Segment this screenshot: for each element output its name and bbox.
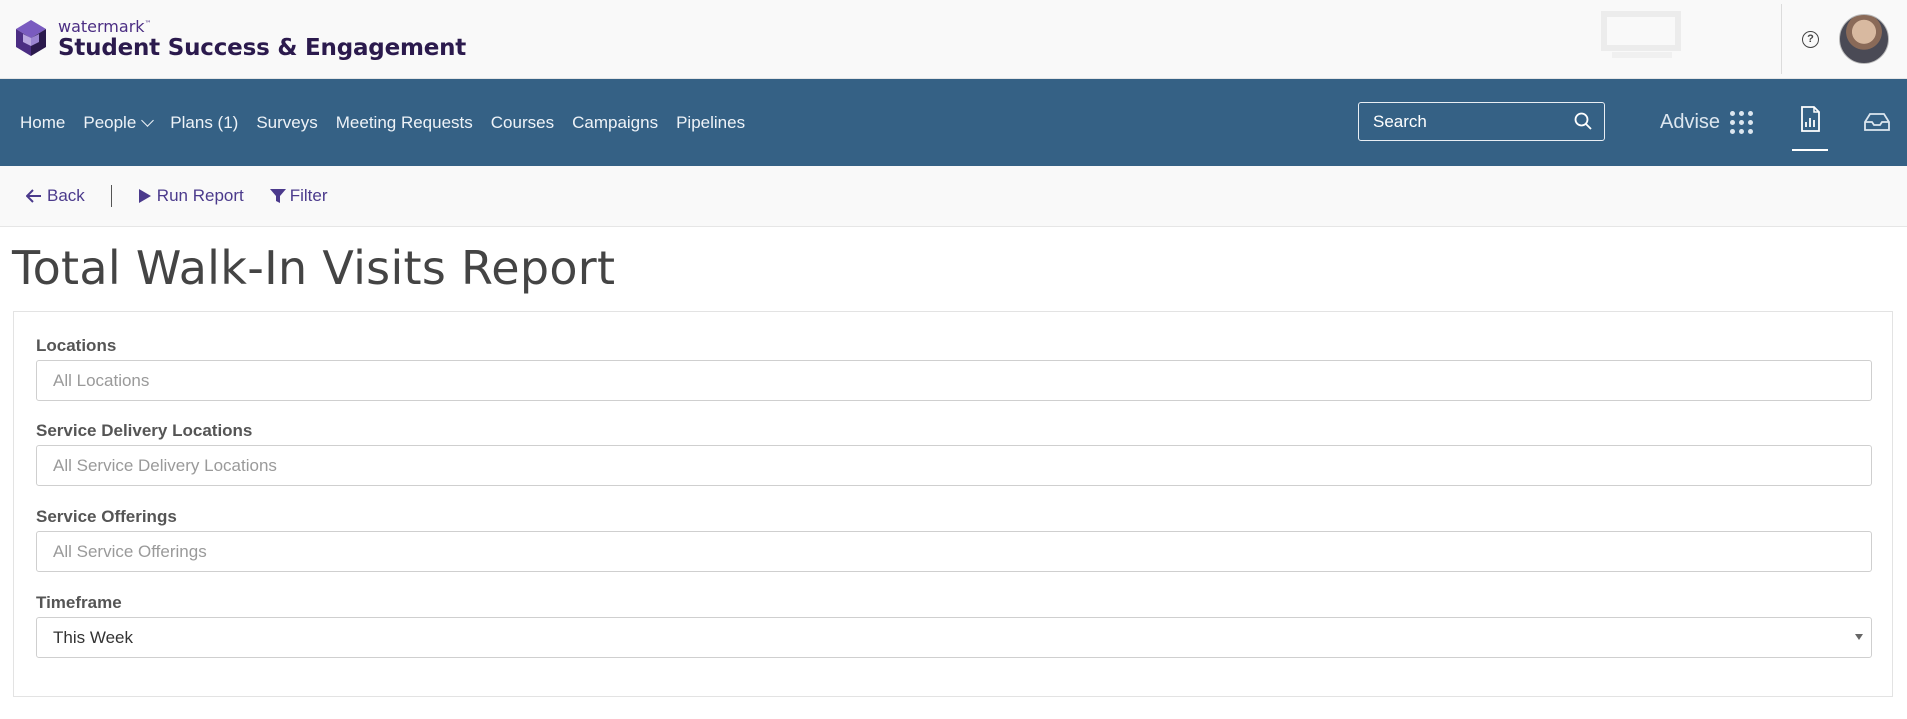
timeframe-select[interactable]: This Week [36,617,1872,658]
header-divider [1781,4,1782,74]
filter-button[interactable]: Filter [269,186,328,206]
run-report-label: Run Report [156,186,244,205]
action-toolbar: Back Run Report Filter [0,166,1907,227]
reports-nav[interactable] [1792,99,1828,151]
back-button[interactable]: Back [26,186,85,206]
institution-logo-ghost [1600,8,1684,64]
report-filter-panel: Locations All Locations Service Delivery… [13,311,1893,697]
back-label: Back [47,186,85,205]
nav-item-courses[interactable]: Courses [491,113,554,133]
service-offerings-field: Service Offerings All Service Offerings [36,507,1872,572]
nav-item-people[interactable]: People [83,113,155,133]
filter-label: Filter [289,186,328,205]
toolbar-divider [110,185,112,207]
service-delivery-locations-input[interactable]: All Service Delivery Locations [36,445,1872,486]
chevron-down-icon [141,113,155,127]
service-offerings-placeholder: All Service Offerings [53,541,207,561]
search-input[interactable] [1359,110,1575,133]
service-offerings-input[interactable]: All Service Offerings [36,531,1872,572]
locations-placeholder: All Locations [53,370,150,390]
arrow-left-icon [26,189,41,203]
service-delivery-locations-placeholder: All Service Delivery Locations [53,455,277,475]
watermark-logo-icon [16,20,46,56]
inbox-nav[interactable] [1862,109,1892,135]
page-title: Total Walk-In Visits Report [12,241,616,295]
locations-input[interactable]: All Locations [36,360,1872,401]
filter-funnel-icon [269,189,286,203]
run-report-button[interactable]: Run Report [138,186,244,206]
main-nav: Home People Plans (1) Surveys Meeting Re… [0,79,1907,166]
inbox-tray-icon [1864,113,1890,131]
nav-item-surveys[interactable]: Surveys [256,113,317,133]
brand-small-text: watermark™ [58,16,152,36]
avatar[interactable] [1839,14,1889,64]
timeframe-value: This Week [53,627,133,647]
timeframe-field: Timeframe This Week [36,593,1872,658]
advise-label: Advise [1660,111,1721,133]
help-icon[interactable]: ? [1802,30,1819,48]
search-box [1358,102,1605,141]
product-name: Student Success & Engagement [58,34,467,61]
locations-label: Locations [36,336,117,355]
dropdown-arrow-icon [1855,634,1863,640]
service-delivery-locations-field: Service Delivery Locations All Service D… [36,421,1872,486]
nav-item-plans[interactable]: Plans (1) [170,113,238,133]
service-offerings-label: Service Offerings [36,507,177,526]
brand-logo[interactable]: watermark™ Student Success & Engagement [12,18,466,60]
app-grid-icon [1730,111,1754,134]
nav-item-meeting-requests[interactable]: Meeting Requests [336,113,473,133]
app-switcher[interactable]: Advise [1660,79,1754,166]
play-icon [138,189,151,203]
nav-item-home[interactable]: Home [20,113,65,133]
search-icon[interactable] [1574,112,1592,130]
locations-field: Locations All Locations [36,336,1872,401]
service-delivery-locations-label: Service Delivery Locations [36,421,253,440]
top-header: watermark™ Student Success & Engagement … [0,0,1907,79]
nav-item-pipelines[interactable]: Pipelines [676,113,745,133]
timeframe-label: Timeframe [36,593,122,612]
report-document-icon [1801,106,1820,132]
nav-item-campaigns[interactable]: Campaigns [572,113,658,133]
